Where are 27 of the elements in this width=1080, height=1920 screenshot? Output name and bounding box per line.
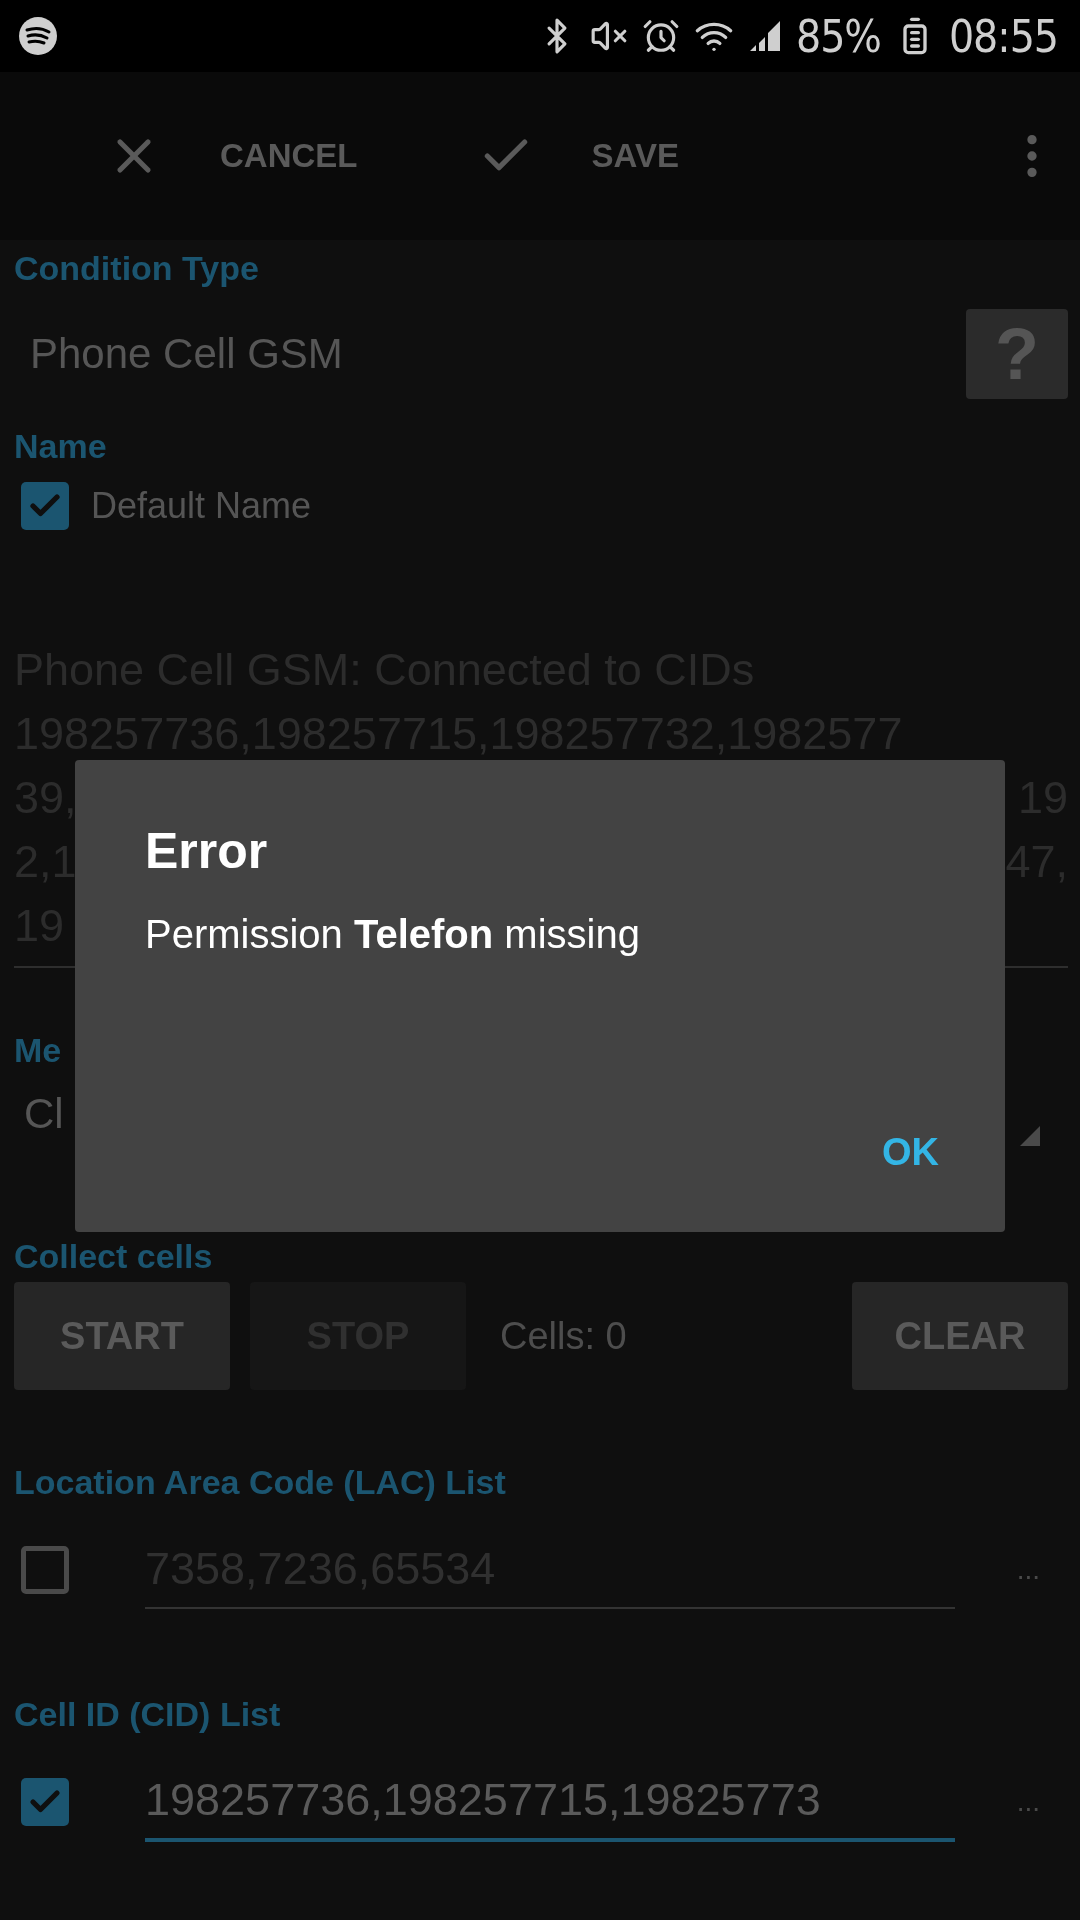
section-label: Cell ID (CID) List [14,1694,282,1734]
checkbox[interactable] [21,1778,69,1826]
battery-level: 85% [795,10,881,62]
more-button[interactable]: ... [1016,1554,1040,1586]
section-label: Name [14,426,108,466]
alarm-icon [641,17,680,55]
condition-type-value: Phone Cell GSM [29,330,343,378]
cells-count: Cells: 0 [500,1314,627,1358]
section-label: Me [14,1030,63,1070]
cid-input-field[interactable]: 198257736,198257715,19825773 [145,1762,955,1842]
checkbox[interactable] [21,482,69,530]
help-button[interactable]: ? [966,309,1068,399]
dropdown-arrow-icon [1020,1126,1040,1146]
ok-button[interactable]: OK [862,1121,959,1184]
music-app-icon [18,16,58,56]
checkbox-label: Default Name [91,485,312,527]
clock: 08:55 [948,10,1058,62]
section-label: Condition Type [14,248,260,288]
section-label: Location Area Code (LAC) List [14,1462,507,1502]
cancel-button[interactable]: CANCEL [106,128,358,184]
more-button[interactable]: ... [1016,1786,1040,1818]
dialog-title: Error [145,822,269,880]
method-value: Cl [23,1090,64,1138]
section-label: Collect cells [14,1236,214,1276]
dialog-message: Permission Telefon missing [145,912,641,957]
save-button[interactable]: SAVE [477,128,679,184]
checkbox[interactable] [21,1546,69,1594]
